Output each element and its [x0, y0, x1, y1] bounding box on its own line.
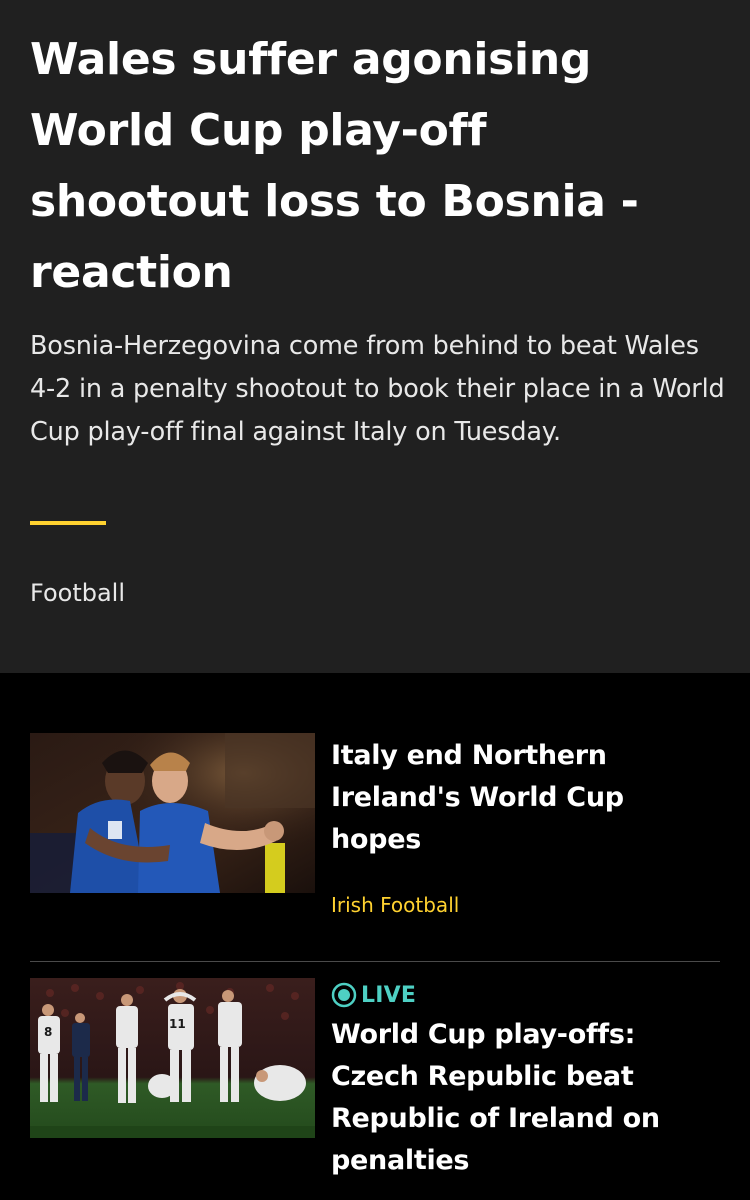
live-badge: LIVE — [331, 978, 720, 1012]
hero-headline[interactable]: Wales suffer agonising World Cup play-of… — [30, 24, 720, 308]
hero-accent-rule — [30, 521, 106, 525]
football-players-celebrating-image — [30, 733, 315, 893]
hero-section: Wales suffer agonising World Cup play-of… — [0, 0, 750, 673]
story-topic-link[interactable]: Irish Football — [331, 891, 720, 919]
story-card[interactable]: 8 11 LIVE World Cup play-offs: Czech Rep… — [30, 978, 720, 1200]
story-headline[interactable]: Italy end Northern Ireland's World Cup h… — [331, 735, 720, 861]
svg-text:8: 8 — [44, 1025, 52, 1039]
live-label: LIVE — [361, 982, 417, 1008]
players-dejected-after-shootout-image: 8 11 — [30, 978, 315, 1138]
hero-topic-link[interactable]: Football — [30, 576, 125, 610]
story-headline[interactable]: World Cup play-offs: Czech Republic beat… — [331, 1014, 720, 1182]
story-card[interactable]: Italy end Northern Ireland's World Cup h… — [30, 733, 720, 923]
story-thumbnail[interactable] — [30, 733, 315, 893]
story-text: Italy end Northern Ireland's World Cup h… — [331, 733, 720, 919]
story-divider — [30, 961, 720, 962]
story-thumbnail[interactable]: 8 11 — [30, 978, 315, 1138]
svg-text:11: 11 — [169, 1017, 186, 1031]
hero-summary: Bosnia-Herzegovina come from behind to b… — [30, 331, 725, 447]
story-text: LIVE World Cup play-offs: Czech Republic… — [331, 978, 720, 1182]
live-icon — [331, 982, 357, 1008]
